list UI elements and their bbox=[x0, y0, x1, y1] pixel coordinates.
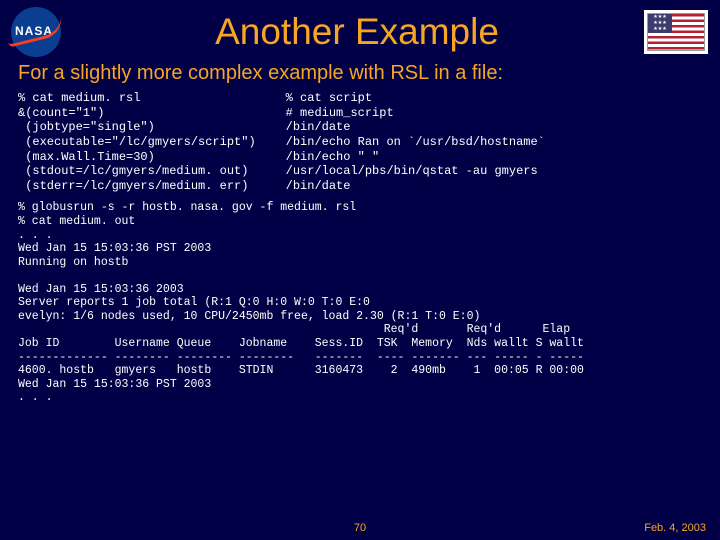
us-flag-icon bbox=[644, 10, 708, 54]
slide-footer: 70 Feb. 4, 2003 bbox=[0, 522, 720, 534]
footer-date: Feb. 4, 2003 bbox=[644, 522, 706, 534]
output-section: % globusrun -s -r hostb. nasa. gov -f me… bbox=[0, 193, 720, 404]
slide-subtitle: For a slightly more complex example with… bbox=[0, 60, 720, 91]
page-number: 70 bbox=[354, 522, 366, 534]
code-block-script: % cat script # medium_script /bin/date /… bbox=[286, 91, 545, 193]
code-block-output: % globusrun -s -r hostb. nasa. gov -f me… bbox=[18, 201, 702, 404]
slide-title: Another Example bbox=[70, 11, 644, 53]
code-block-rsl: % cat medium. rsl &(count="1") (jobtype=… bbox=[18, 91, 256, 193]
code-columns: % cat medium. rsl &(count="1") (jobtype=… bbox=[0, 91, 720, 193]
nasa-logo-icon: NASA bbox=[8, 6, 70, 58]
slide-header: NASA Another Example bbox=[0, 0, 720, 60]
